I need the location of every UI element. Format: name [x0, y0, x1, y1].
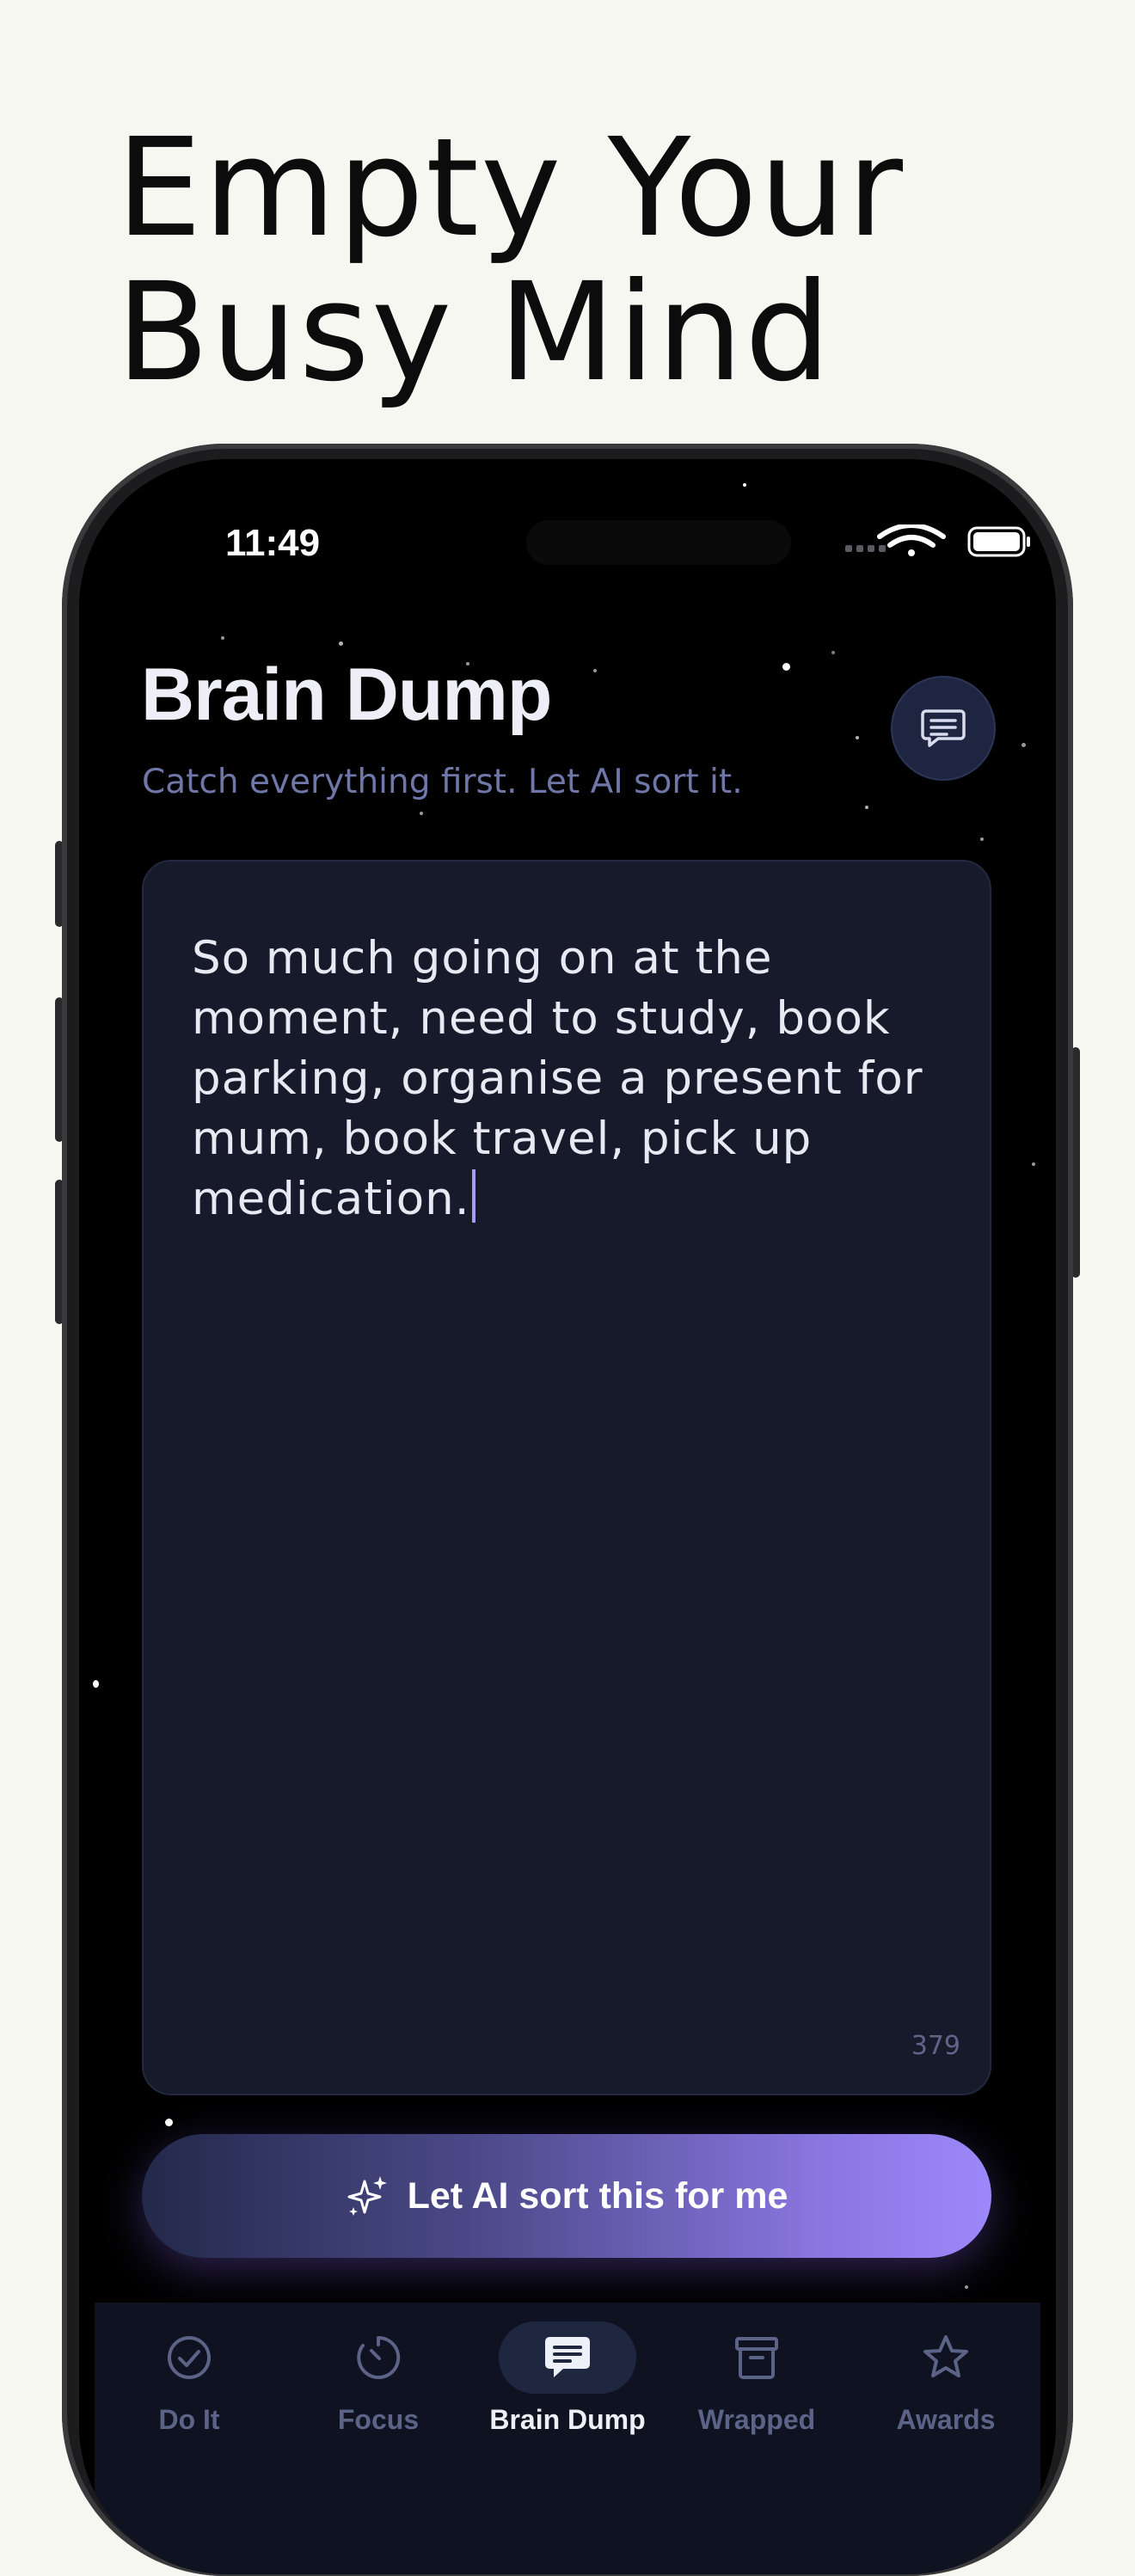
tab-label: Focus: [337, 2404, 420, 2435]
chat-bubble-icon: [545, 2337, 590, 2377]
signal-icon: [845, 545, 886, 552]
tab-do-it[interactable]: Do It: [95, 2303, 284, 2475]
status-icons-svg: [732, 523, 1030, 557]
tab-bar: Do It Focus Brain Dump Wrapped Awards: [95, 2303, 1040, 2574]
timer-icon: [357, 2335, 401, 2379]
star-decoration: [339, 641, 343, 646]
phone-screen: 11:49 Brain Dump Catch everything first.…: [79, 459, 1056, 2574]
star-decoration: [1032, 1162, 1035, 1166]
star-decoration: [593, 669, 597, 672]
tab-label: Brain Dump: [489, 2404, 646, 2435]
star-decoration: [865, 806, 868, 809]
star-decoration: [165, 2119, 173, 2126]
star-decoration: [831, 651, 835, 654]
tab-focus[interactable]: Focus: [284, 2303, 473, 2475]
tab-wrapped[interactable]: Wrapped: [662, 2303, 851, 2475]
dynamic-island: [526, 520, 791, 565]
tab-label: Awards: [896, 2404, 996, 2435]
star-decoration: [965, 2285, 968, 2289]
headline-line-1: Empty Your: [116, 109, 905, 267]
star-decoration: [1022, 743, 1026, 747]
battery-icon: [967, 526, 1030, 557]
tab-label: Do It: [158, 2404, 220, 2435]
tab-icon-wrap: [499, 2321, 636, 2394]
tab-icon-wrap: [120, 2321, 258, 2394]
status-time: 11:49: [225, 522, 321, 564]
check-circle-icon: [168, 2336, 211, 2379]
text-cursor: [471, 1169, 475, 1223]
brain-dump-text-wrap: So much going on at the moment, need to …: [192, 929, 948, 1230]
star-decoration: [782, 663, 790, 671]
character-count: 379: [911, 2031, 960, 2061]
tab-icon-wrap: [310, 2321, 447, 2394]
wifi-icon: [877, 523, 946, 556]
tab-label: Wrapped: [697, 2404, 816, 2435]
marketing-headline: Empty Your Busy Mind: [116, 116, 1062, 405]
star-decoration: [856, 736, 859, 739]
star-decoration: [221, 636, 224, 640]
brain-dump-text: So much going on at the moment, need to …: [192, 932, 923, 1225]
star-decoration: [420, 812, 423, 815]
chat-icon: [921, 709, 966, 747]
star-icon: [923, 2335, 968, 2377]
chat-button[interactable]: [891, 676, 996, 781]
tab-icon-wrap: [877, 2321, 1015, 2394]
star-decoration: [743, 483, 746, 487]
star-decoration: [980, 837, 984, 841]
page-subtitle: Catch everything first. Let AI sort it.: [142, 763, 743, 801]
ai-sort-label: Let AI sort this for me: [407, 2174, 788, 2217]
brain-dump-textarea[interactable]: So much going on at the moment, need to …: [142, 860, 991, 2095]
tab-brain-dump[interactable]: Brain Dump: [473, 2303, 662, 2475]
star-decoration: [93, 1680, 99, 1688]
tab-awards[interactable]: Awards: [851, 2303, 1040, 2475]
page-title: Brain Dump: [141, 653, 552, 736]
sparkles-icon: [347, 2176, 387, 2216]
archive-box-icon: [735, 2337, 778, 2379]
ai-sort-button[interactable]: Let AI sort this for me: [142, 2134, 991, 2258]
headline-line-2: Busy Mind: [116, 254, 833, 412]
status-icons: [732, 523, 1046, 559]
tab-icon-wrap: [688, 2321, 825, 2394]
